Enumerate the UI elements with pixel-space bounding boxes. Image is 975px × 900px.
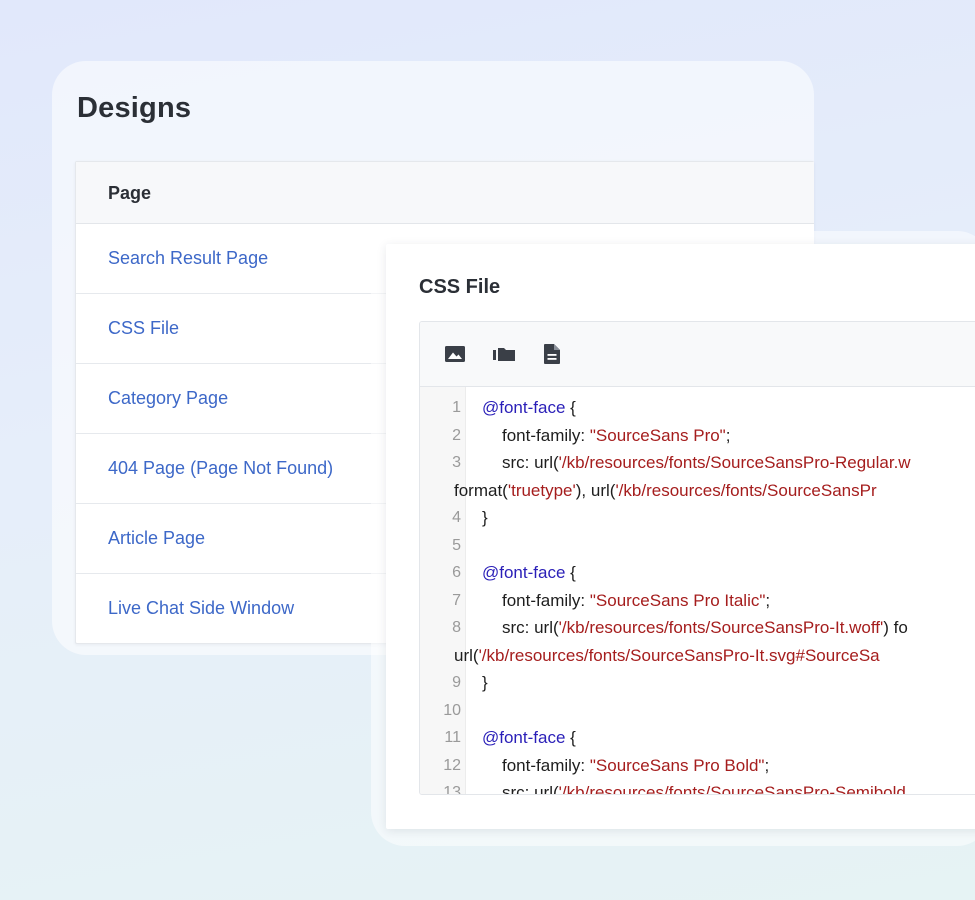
code-line: 2 font-family: "SourceSans Pro"; xyxy=(420,422,975,450)
code-string: '/kb/resources/fonts/SourceSansPro-Semib… xyxy=(558,783,906,795)
code-string: "SourceSans Pro Italic" xyxy=(589,590,766,610)
code-line: 8 src: url('/kb/resources/fonts/SourceSa… xyxy=(420,614,975,642)
editor-toolbar xyxy=(420,322,975,387)
code-area[interactable]: 1 @font-face { 2 font-family: "SourceSan… xyxy=(420,387,975,795)
code-line: 3 src: url('/kb/resources/fonts/SourceSa… xyxy=(420,449,975,477)
line-number: 1 xyxy=(452,399,461,416)
line-number: 2 xyxy=(452,426,461,444)
code-text: ) fo xyxy=(883,618,908,637)
code-text: font-family: xyxy=(502,755,590,775)
code-text: { xyxy=(565,728,576,747)
designs-title: Designs xyxy=(77,92,192,124)
code-line: 5 xyxy=(420,532,975,560)
code-keyword: @font-face xyxy=(482,563,566,582)
code-text: url( xyxy=(454,645,479,665)
code-keyword: @font-face xyxy=(482,398,566,417)
code-line: 9 } xyxy=(420,669,975,697)
code-text: ; xyxy=(765,590,771,610)
code-line: 12 font-family: "SourceSans Pro Bold"; xyxy=(420,752,975,780)
code-text: font-family: xyxy=(502,590,590,610)
line-number: 4 xyxy=(452,509,461,526)
code-text: { xyxy=(565,398,576,417)
image-icon[interactable] xyxy=(443,342,467,366)
code-line-wrap: format('truetype'), url('/kb/resources/f… xyxy=(420,477,975,505)
code-keyword: @font-face xyxy=(482,728,566,747)
code-text: src: url( xyxy=(502,618,559,637)
code-text: { xyxy=(565,563,576,582)
code-string: "SourceSans Pro Bold" xyxy=(589,755,765,775)
css-file-title: CSS File xyxy=(419,276,501,298)
code-string: '/kb/resources/fonts/SourceSansPro-Regul… xyxy=(558,453,911,472)
file-icon[interactable] xyxy=(540,342,564,366)
line-number: 3 xyxy=(452,454,461,471)
pages-table-header: Page xyxy=(76,162,814,224)
line-number: 12 xyxy=(443,756,461,774)
code-string: "SourceSans Pro" xyxy=(589,425,726,445)
line-number: 7 xyxy=(452,591,461,609)
code-text: format( xyxy=(454,480,508,500)
code-string: '/kb/resources/fonts/SourceSansPr xyxy=(615,480,877,500)
code-line: 1 @font-face { xyxy=(420,394,975,422)
line-number: 5 xyxy=(452,536,461,554)
code-editor[interactable]: 1 @font-face { 2 font-family: "SourceSan… xyxy=(419,321,975,795)
line-number: 10 xyxy=(443,701,461,719)
code-line: 11 @font-face { xyxy=(420,724,975,752)
code-text: font-family: xyxy=(502,425,590,445)
code-text: } xyxy=(482,508,488,527)
code-text: src: url( xyxy=(502,783,559,795)
folder-icon[interactable] xyxy=(492,342,516,366)
line-number: 13 xyxy=(443,784,461,795)
code-line-wrap: url('/kb/resources/fonts/SourceSansPro-I… xyxy=(420,642,975,670)
code-line: 13 src: url('/kb/resources/fonts/SourceS… xyxy=(420,779,975,795)
code-string: 'truetype' xyxy=(507,480,576,500)
code-text: } xyxy=(482,673,488,692)
line-number: 9 xyxy=(452,674,461,691)
code-line: 4 } xyxy=(420,504,975,532)
code-line: 10 xyxy=(420,697,975,725)
code-line: 6 @font-face { xyxy=(420,559,975,587)
code-string: '/kb/resources/fonts/SourceSansPro-It.wo… xyxy=(558,618,884,637)
code-text: src: url( xyxy=(502,453,559,472)
code-text: ; xyxy=(764,755,770,775)
line-number: 11 xyxy=(444,729,461,746)
code-string: '/kb/resources/fonts/SourceSansPro-It.sv… xyxy=(478,645,880,665)
line-number: 8 xyxy=(452,619,461,636)
code-line: 7 font-family: "SourceSans Pro Italic"; xyxy=(420,587,975,615)
code-text: ), url( xyxy=(575,480,616,500)
code-text: ; xyxy=(725,425,731,445)
line-number: 6 xyxy=(452,564,461,581)
